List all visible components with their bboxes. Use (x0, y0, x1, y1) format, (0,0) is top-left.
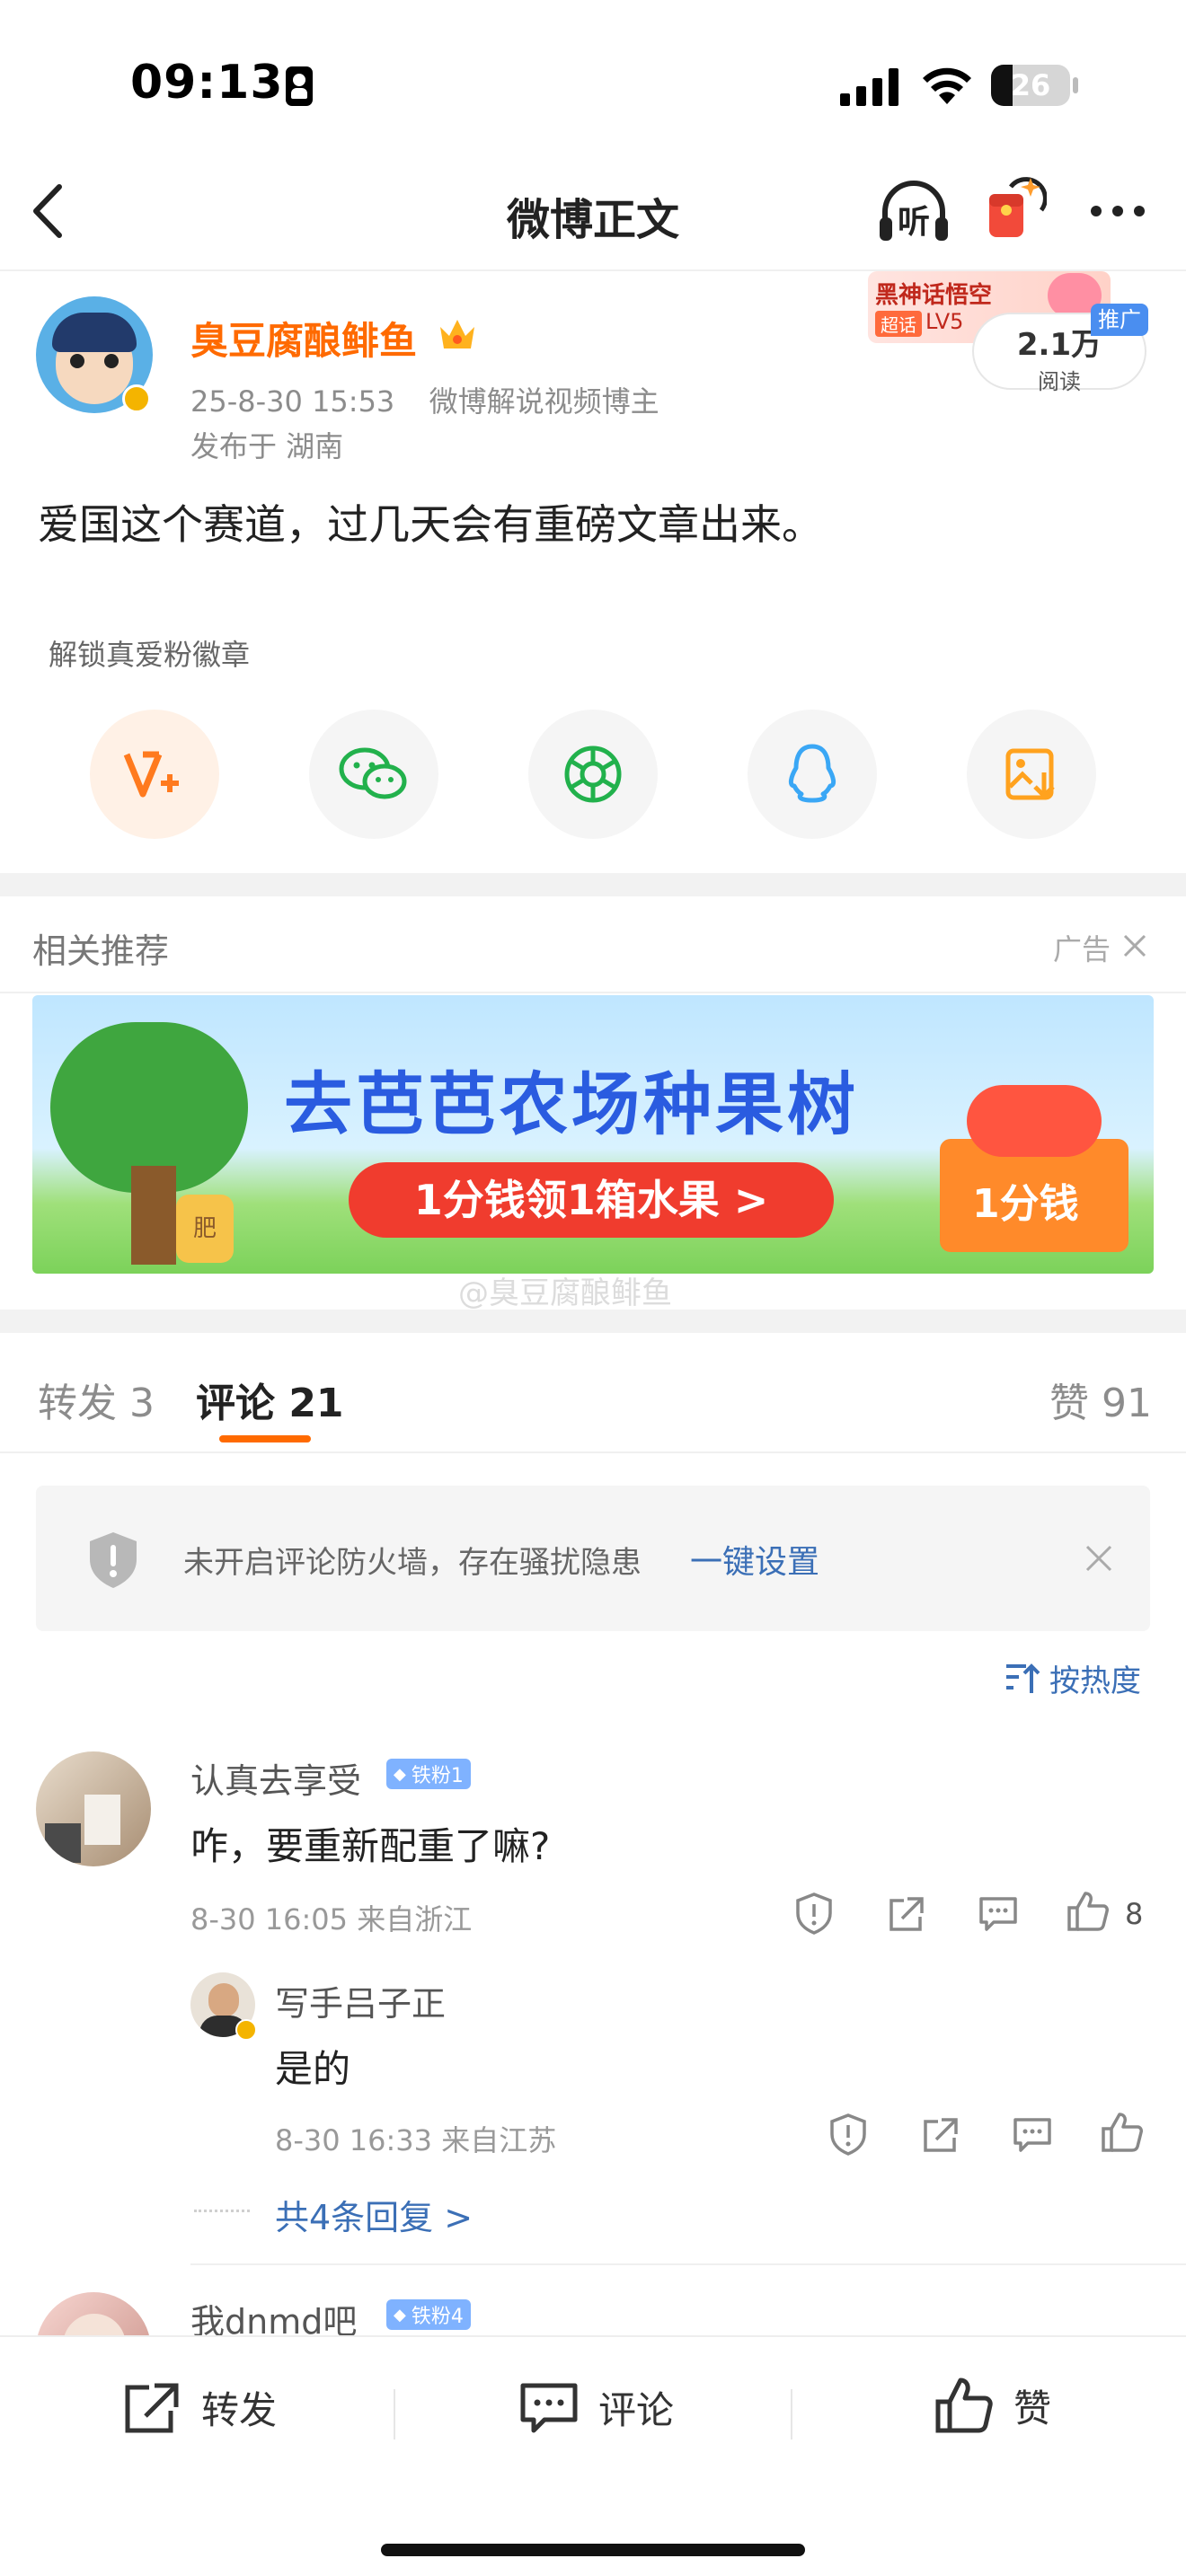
author-name[interactable]: 臭豆腐酿鲱鱼 (190, 311, 417, 366)
ad-label: 广告 (1053, 932, 1111, 966)
sort-label: 按热度 (1049, 1663, 1141, 1699)
promo-tag: 推广 (1091, 304, 1148, 336)
reply-meta: 8-30 16:33 来自江苏 (275, 2123, 557, 2157)
author-title: 微博解说视频博主 (429, 384, 659, 419)
image-watermark: @臭豆腐酿鲱鱼 (458, 1275, 672, 1311)
repost-label: 转发 (201, 2388, 278, 2432)
banner-title: 去芭芭农场种果树 (284, 1064, 859, 1144)
ad-banner[interactable]: 肥 去芭芭农场种果树 1分钱领1箱水果 > 1分钱 (32, 995, 1154, 1274)
comment-button[interactable]: 评论 (519, 2380, 674, 2435)
unlock-badge-label: 解锁真爱粉徽章 (49, 638, 251, 672)
battery-icon: 26 (991, 65, 1070, 106)
comment-label: 评论 (598, 2388, 675, 2432)
share-wechat-button[interactable] (309, 710, 438, 839)
post-text: 爱国这个赛道，过几天会有重磅文章出来。 (38, 500, 823, 549)
reply-text: 是的 (275, 2047, 351, 2091)
verified-badge-icon (122, 384, 151, 413)
close-notice-icon[interactable] (1084, 1543, 1114, 1574)
banner-price: 1分钱 (972, 1181, 1079, 1227)
status-time: 09:13 (130, 56, 284, 110)
commenter-avatar[interactable] (36, 1751, 151, 1866)
share-reply-icon[interactable] (920, 2116, 960, 2154)
fruit-illustration (967, 1085, 1102, 1157)
share-moments-button[interactable] (528, 710, 658, 839)
repost-button[interactable]: 转发 (122, 2380, 277, 2435)
commenter-name[interactable]: 认真去享受 (190, 1753, 361, 1803)
repost-icon (125, 2383, 179, 2432)
fan-badge-icon (123, 751, 179, 798)
view-more-replies-link[interactable]: 共4条回复 > (275, 2190, 473, 2239)
bottom-action-bar: 转发 评论 赞 (0, 2335, 1186, 2576)
section-divider (0, 1310, 1186, 1333)
like-comment-icon[interactable] (1066, 1890, 1111, 1933)
listen-label: 听 (897, 204, 930, 241)
sort-icon (1006, 1663, 1040, 1693)
reads-label: 阅读 (1038, 369, 1081, 394)
like-label: 赞 (1013, 2386, 1052, 2430)
cellular-signal-icon (840, 68, 898, 106)
comment-divider (190, 2263, 1186, 2265)
home-indicator (381, 2544, 805, 2556)
listen-button[interactable]: 听 (876, 176, 951, 248)
wechat-icon (339, 747, 407, 799)
recommend-title: 相关推荐 (32, 931, 170, 971)
like-icon (935, 2378, 993, 2433)
banner-cta-button[interactable]: 1分钱领1箱水果 > (349, 1162, 834, 1238)
like-button[interactable]: 赞 (934, 2377, 1051, 2434)
fertilizer-label: 肥 (192, 1215, 217, 1242)
comment-like-count: 8 (1125, 1897, 1144, 1931)
dotted-divider (194, 2210, 250, 2212)
post-location: 发布于 湖南 (190, 429, 344, 463)
status-bar: 09:13 26 (0, 0, 1186, 171)
tab-comment[interactable]: 评论 21 (196, 1371, 344, 1428)
reply-comment-icon[interactable] (978, 1895, 1019, 1933)
share-fan-badge-button[interactable] (90, 710, 219, 839)
sort-button[interactable]: 按热度 (1003, 1656, 1141, 1700)
red-packet-search-icon[interactable] (984, 174, 1047, 243)
share-comment-icon[interactable] (886, 1895, 925, 1933)
more-options-button[interactable] (1087, 202, 1150, 220)
replier-name[interactable]: 写手吕子正 (275, 1976, 446, 2025)
tab-like[interactable]: 赞 91 (1049, 1371, 1152, 1428)
reply-to-reply-icon[interactable] (1012, 2116, 1053, 2154)
replier-verified-icon (235, 2019, 257, 2041)
firewall-text: 未开启评论防火墙，存在骚扰隐患 (183, 1545, 642, 1581)
comment-icon (520, 2383, 578, 2432)
moments-icon (564, 745, 622, 803)
firewall-notice: 未开启评论防火墙，存在骚扰隐患 一键设置 (36, 1486, 1150, 1631)
fertilizer-bag: 肥 (176, 1195, 234, 1263)
section-divider (0, 873, 1186, 896)
post-timestamp: 25-8-30 15:53 (190, 384, 395, 419)
comment-meta: 8-30 16:05 来自浙江 (190, 1902, 473, 1936)
fan-badge-label: 铁粉4 (411, 2306, 464, 2328)
active-tab-indicator (219, 1435, 311, 1442)
fan-badge-label: 铁粉1 (411, 1765, 464, 1787)
fan-badge: ◆ 铁粉1 (386, 1759, 471, 1789)
report-icon[interactable] (794, 1892, 834, 1935)
wifi-icon (923, 67, 971, 104)
comment-text: 咋，要重新配重了嘛? (190, 1824, 551, 1868)
report-icon[interactable] (828, 2113, 868, 2156)
battery-level: 26 (1010, 68, 1051, 102)
do-not-disturb-icon (286, 66, 313, 106)
qq-icon (788, 744, 836, 803)
save-image-icon (1005, 748, 1055, 800)
crown-icon (440, 320, 474, 348)
fan-badge: ◆ 铁粉4 (386, 2299, 471, 2330)
share-qq-button[interactable] (748, 710, 877, 839)
promo-badge: 超话 (875, 311, 922, 337)
firewall-setup-link[interactable]: 一键设置 (690, 1536, 819, 1583)
close-ad-icon[interactable] (1121, 932, 1148, 959)
tab-repost[interactable]: 转发 3 (38, 1371, 155, 1428)
promo-topic: 黑神话悟空 (875, 282, 993, 309)
shield-icon (90, 1532, 137, 1588)
save-image-button[interactable] (967, 710, 1096, 839)
promo-level: LV5 (925, 309, 964, 334)
like-reply-icon[interactable] (1100, 2111, 1145, 2154)
